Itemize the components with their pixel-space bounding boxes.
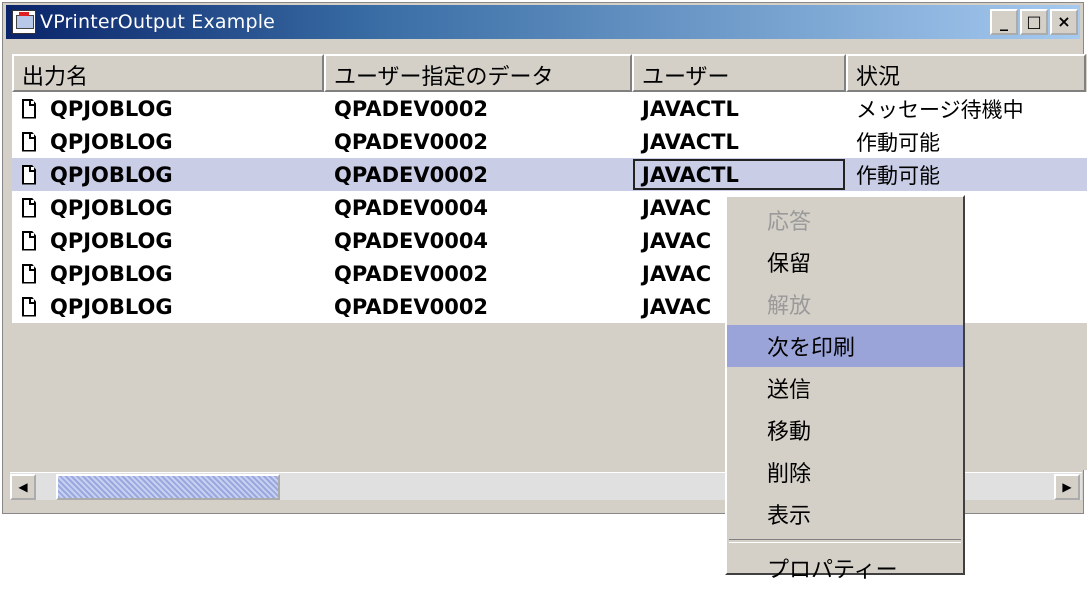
document-icon xyxy=(22,98,36,119)
scroll-thumb[interactable] xyxy=(56,474,280,500)
cell-text: QPJOBLOG xyxy=(50,129,173,154)
document-icon xyxy=(22,164,36,185)
cell-text: QPJOBLOG xyxy=(50,261,173,286)
menu-item[interactable]: 次を印刷 xyxy=(727,325,963,367)
minimize-button[interactable]: _ xyxy=(990,9,1018,35)
document-icon xyxy=(22,131,36,152)
cell-text: JAVAC xyxy=(642,195,712,220)
cell-name[interactable]: QPJOBLOG xyxy=(12,224,324,257)
cell-text: JAVACTL xyxy=(642,162,739,187)
cell-user[interactable]: JAVACTL xyxy=(632,158,846,191)
context-menu: 応答 保留 解放 次を印刷 送信 移動 削除 表示 プロパティー xyxy=(725,195,965,583)
menu-item[interactable]: 表示 xyxy=(727,493,963,535)
cell-name[interactable]: QPJOBLOG xyxy=(12,158,324,191)
cell-text: QPJOBLOG xyxy=(50,195,173,220)
cell-text: QPADEV0002 xyxy=(334,129,489,154)
cell-data[interactable]: QPADEV0002 xyxy=(324,92,632,125)
cell-text: QPADEV0002 xyxy=(334,96,489,121)
close-button[interactable]: × xyxy=(1050,9,1078,35)
cell-text: JAVACTL xyxy=(642,96,739,121)
menu-item[interactable]: 送信 xyxy=(727,367,963,409)
table-row[interactable]: QPJOBLOG QPADEV0002 JAVACTL メッセージ待機中 xyxy=(12,92,1087,125)
cell-data[interactable]: QPADEV0002 xyxy=(324,257,632,290)
maximize-button[interactable]: □ xyxy=(1020,9,1048,35)
column-header-output-name[interactable]: 出力名 xyxy=(12,54,324,92)
column-header-status[interactable]: 状況 xyxy=(846,54,1086,92)
document-icon xyxy=(22,230,36,251)
cell-text: QPADEV0002 xyxy=(334,261,489,286)
cell-data[interactable]: QPADEV0002 xyxy=(324,290,632,323)
cell-status[interactable]: 作動可能 xyxy=(846,125,1086,158)
cell-data[interactable]: QPADEV0004 xyxy=(324,224,632,257)
cell-name[interactable]: QPJOBLOG xyxy=(12,191,324,224)
cell-text: QPADEV0004 xyxy=(334,195,489,220)
menu-separator xyxy=(729,539,961,543)
cell-text: 作動可能 xyxy=(856,130,940,155)
cell-text: QPJOBLOG xyxy=(50,294,173,319)
cell-name[interactable]: QPJOBLOG xyxy=(12,257,324,290)
cell-text: QPJOBLOG xyxy=(50,228,173,253)
cell-text: メッセージ待機中 xyxy=(856,97,1024,122)
cell-user[interactable]: JAVACTL xyxy=(632,92,846,125)
cell-text: QPADEV0004 xyxy=(334,228,489,253)
cell-text: QPADEV0002 xyxy=(334,294,489,319)
menu-item[interactable]: プロパティー xyxy=(727,547,963,589)
menu-item: 応答 xyxy=(767,210,812,235)
cell-data[interactable]: QPADEV0002 xyxy=(324,125,632,158)
menu-item[interactable]: 保留 xyxy=(727,241,963,283)
cell-data[interactable]: QPADEV0002 xyxy=(324,158,632,191)
document-icon xyxy=(22,197,36,218)
window-title: VPrinterOutput Example xyxy=(40,11,276,33)
app-printer-icon xyxy=(12,10,36,34)
table-header: 出力名 ユーザー指定のデータ ユーザー 状況 xyxy=(12,54,1087,92)
cell-user[interactable]: JAVACTL xyxy=(632,125,846,158)
cell-text: QPADEV0002 xyxy=(334,162,489,187)
cell-text: JAVACTL xyxy=(642,129,739,154)
cell-data[interactable]: QPADEV0004 xyxy=(324,191,632,224)
document-icon xyxy=(22,296,36,317)
table-row[interactable]: QPJOBLOG QPADEV0002 JAVACTL 作動可能 xyxy=(12,125,1087,158)
scroll-left-button[interactable]: ◀ xyxy=(10,474,36,500)
scroll-right-button[interactable]: ▶ xyxy=(1054,474,1080,500)
title-bar[interactable]: VPrinterOutput Example _ □ × xyxy=(6,5,1080,39)
cell-status[interactable]: 作動可能 xyxy=(846,158,1086,191)
cell-text: QPJOBLOG xyxy=(50,96,173,121)
cell-text: JAVAC xyxy=(642,228,712,253)
window-controls: _ □ × xyxy=(990,9,1078,35)
menu-item[interactable]: 削除 xyxy=(727,451,963,493)
cell-name[interactable]: QPJOBLOG xyxy=(12,125,324,158)
cell-text: JAVAC xyxy=(642,294,712,319)
cell-status[interactable]: メッセージ待機中 xyxy=(846,92,1086,125)
column-header-user[interactable]: ユーザー xyxy=(632,54,846,92)
column-header-user-data[interactable]: ユーザー指定のデータ xyxy=(324,54,632,92)
cell-text: JAVAC xyxy=(642,261,712,286)
cell-text: QPJOBLOG xyxy=(50,162,173,187)
cell-text: 作動可能 xyxy=(856,163,940,188)
menu-item: 解放 xyxy=(767,294,812,319)
menu-item[interactable]: 移動 xyxy=(727,409,963,451)
document-icon xyxy=(22,263,36,284)
table-row[interactable]: QPJOBLOG QPADEV0002 JAVACTL 作動可能 xyxy=(12,158,1087,191)
cell-name[interactable]: QPJOBLOG xyxy=(12,290,324,323)
cell-name[interactable]: QPJOBLOG xyxy=(12,92,324,125)
